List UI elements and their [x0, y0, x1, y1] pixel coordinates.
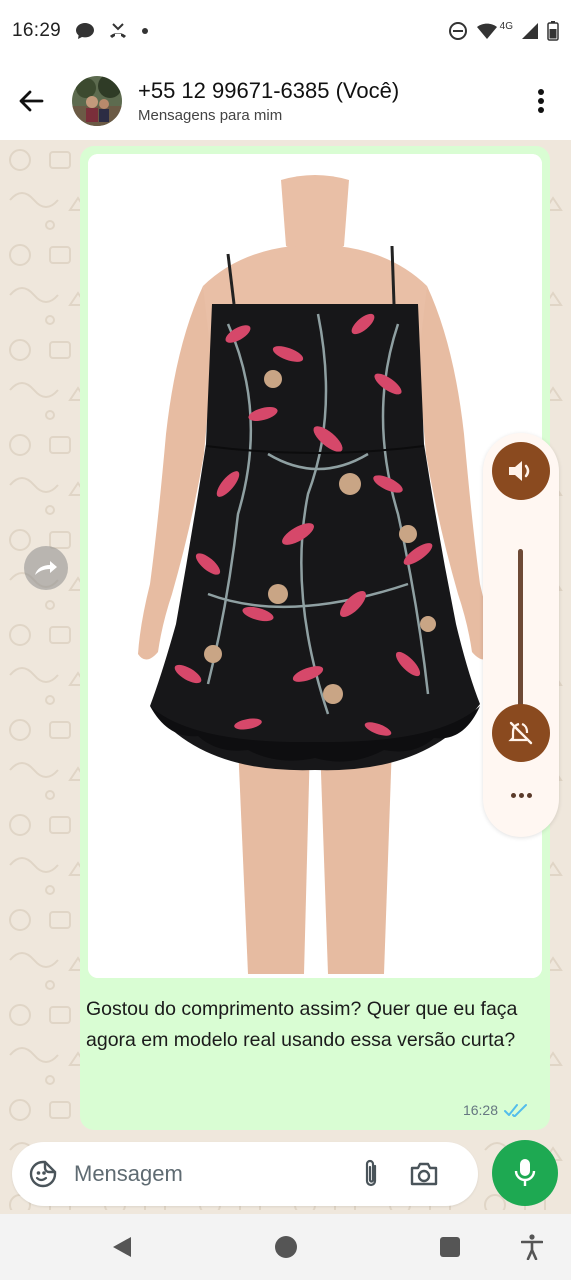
voice-record-button[interactable] [492, 1140, 558, 1206]
sticker-button[interactable] [12, 1142, 74, 1206]
forward-icon [35, 561, 57, 575]
circle-home-icon [275, 1236, 297, 1258]
message-time: 16:28 [462, 1102, 498, 1118]
nav-recents-button[interactable] [430, 1228, 470, 1266]
double-check-read-icon [504, 1104, 527, 1117]
attach-button[interactable] [348, 1142, 394, 1206]
status-time: 16:29 [12, 20, 62, 41]
contact-subtitle: Mensagens para mim [138, 107, 283, 124]
more-vertical-icon [538, 89, 544, 113]
chat-bubble-icon [76, 23, 95, 39]
mute-button[interactable] [492, 704, 550, 762]
missed-call-icon [110, 23, 127, 38]
avatar[interactable] [72, 76, 122, 126]
accessibility-button[interactable] [512, 1228, 552, 1266]
signal-icon [522, 23, 538, 39]
notification-icons [75, 22, 149, 40]
microphone-icon [514, 1159, 536, 1186]
back-button[interactable] [0, 62, 62, 140]
square-recents-icon [440, 1237, 460, 1257]
arrow-left-icon [19, 90, 44, 112]
message-text: Gostou do comprimento assim? Quer que eu… [86, 998, 518, 1051]
volume-slider[interactable] [518, 549, 523, 709]
avatar-image [72, 76, 122, 126]
speaker-icon [509, 461, 530, 481]
dot [510, 792, 516, 798]
message-image[interactable] [88, 154, 542, 978]
system-icons: 4G [448, 21, 559, 41]
forward-button[interactable] [24, 546, 68, 590]
dot-icon [142, 28, 149, 34]
accessibility-icon [521, 1234, 543, 1260]
triangle-back-icon [113, 1237, 131, 1257]
mute-icon [508, 721, 533, 745]
battery-icon [547, 21, 559, 41]
more-options-button[interactable] [511, 62, 571, 140]
message-input[interactable] [74, 1154, 344, 1194]
message-composer [12, 1142, 478, 1206]
volume-panel [483, 433, 559, 837]
status-bar: 16:29 4G [0, 0, 571, 62]
dress-photo [88, 154, 542, 978]
contact-info[interactable]: +55 12 99671-6385 (Você) Mensagens para … [138, 78, 399, 124]
camera-icon [410, 1162, 438, 1186]
chat-area[interactable]: Gostou do comprimento assim? Quer que eu… [0, 140, 571, 1210]
volume-button[interactable] [492, 442, 550, 500]
paperclip-icon [365, 1159, 377, 1187]
network-type-label: 4G [499, 20, 513, 32]
dot [526, 792, 532, 798]
nav-home-button[interactable] [266, 1228, 306, 1266]
wifi-icon [476, 23, 497, 39]
chat-header: +55 12 99671-6385 (Você) Mensagens para … [0, 62, 571, 140]
volume-more-button[interactable] [505, 783, 537, 807]
do-not-disturb-icon [448, 22, 467, 40]
contact-name: +55 12 99671-6385 (Você) [138, 78, 400, 103]
message-meta: 16:28 [463, 1102, 528, 1118]
system-nav-bar [0, 1214, 571, 1280]
camera-button[interactable] [394, 1142, 454, 1206]
sticker-icon [29, 1160, 57, 1188]
dot [518, 792, 524, 798]
nav-back-button[interactable] [102, 1228, 142, 1266]
message-bubble[interactable]: Gostou do comprimento assim? Quer que eu… [80, 146, 550, 1130]
